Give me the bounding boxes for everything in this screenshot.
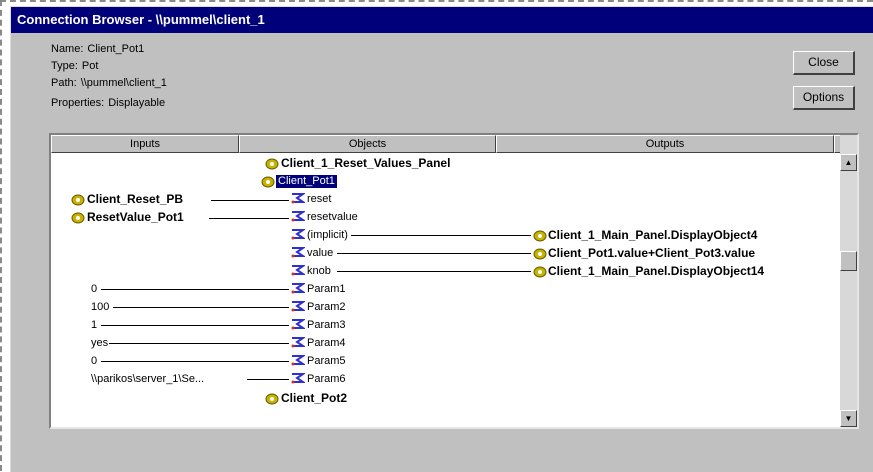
object-bottom-label[interactable]: Client_Pot2	[281, 392, 347, 405]
info-name: Name: Client_Pot1	[51, 43, 144, 55]
connection-line	[101, 289, 289, 290]
column-header-objects[interactable]: Objects	[239, 135, 496, 153]
input-param5-value[interactable]: 0	[91, 355, 97, 368]
connection-line	[337, 271, 531, 272]
input-param2-value[interactable]: 100	[91, 301, 109, 314]
prop-param3[interactable]: Param3	[307, 319, 346, 332]
property-pin-icon	[291, 193, 305, 204]
input-param6-value[interactable]: \\parikos\server_1\Se...	[91, 373, 204, 386]
path-value: \\pummel\client_1	[80, 77, 167, 89]
column-header-outputs[interactable]: Outputs	[496, 135, 834, 153]
object-icon	[533, 230, 547, 242]
close-button[interactable]: Close	[793, 51, 855, 75]
property-pin-icon	[291, 301, 305, 312]
output-3[interactable]: Client_1_Main_Panel.DisplayObject14	[548, 265, 764, 278]
prop-param4[interactable]: Param4	[307, 337, 346, 350]
prop-resetvalue[interactable]: resetvalue	[307, 211, 358, 224]
property-pin-icon	[291, 229, 305, 240]
info-path: Path: \\pummel\client_1	[51, 77, 167, 89]
title-bar[interactable]: Connection Browser - \\pummel\client_1	[11, 7, 873, 33]
scroll-thumb[interactable]	[840, 251, 857, 271]
connection-line	[109, 343, 289, 344]
property-pin-icon	[291, 373, 305, 384]
output-2[interactable]: Client_Pot1.value+Client_Pot3.value	[548, 247, 755, 260]
input-resetvalue-pot[interactable]: ResetValue_Pot1	[87, 211, 184, 224]
connection-line	[101, 361, 289, 362]
property-pin-icon	[291, 247, 305, 258]
connection-grid[interactable]: Inputs Objects Outputs Client_1_Reset_Va…	[49, 133, 859, 429]
type-label: Type:	[51, 60, 78, 72]
connection-line	[209, 218, 289, 219]
object-icon	[265, 393, 279, 405]
prop-knob[interactable]: knob	[307, 265, 331, 278]
info-type: Type: Pot	[51, 60, 98, 72]
name-label: Name:	[51, 43, 84, 55]
column-header-inputs[interactable]: Inputs	[51, 135, 239, 153]
prop-param1[interactable]: Param1	[307, 283, 346, 296]
object-icon	[71, 194, 85, 206]
connection-line	[337, 253, 531, 254]
input-param1-value[interactable]: 0	[91, 283, 97, 296]
input-param3-value[interactable]: 1	[91, 319, 97, 332]
window-title: Connection Browser - \\pummel\client_1	[17, 12, 265, 27]
scroll-down-button[interactable]: ▼	[840, 410, 857, 427]
object-icon	[71, 212, 85, 224]
object-icon	[533, 266, 547, 278]
property-pin-icon	[291, 283, 305, 294]
connection-line	[247, 379, 289, 380]
connection-line	[351, 235, 531, 236]
vertical-scrollbar[interactable]: ▲ ▼	[840, 135, 857, 427]
prop-value[interactable]: value	[307, 247, 333, 260]
object-icon	[533, 248, 547, 260]
connection-line	[101, 325, 289, 326]
prop-implicit[interactable]: (implicit)	[307, 229, 348, 242]
connection-line	[211, 200, 289, 201]
input-param4-value[interactable]: yes	[91, 337, 108, 350]
property-pin-icon	[291, 319, 305, 330]
output-1[interactable]: Client_1_Main_Panel.DisplayObject4	[548, 229, 757, 242]
object-icon	[265, 158, 279, 170]
object-top-label[interactable]: Client_1_Reset_Values_Panel	[281, 157, 450, 170]
scroll-up-button[interactable]: ▲	[840, 154, 857, 171]
object-selected-label[interactable]: Client_Pot1	[276, 175, 337, 188]
property-pin-icon	[291, 337, 305, 348]
properties-value: Displayable	[108, 97, 166, 109]
property-pin-icon	[291, 211, 305, 222]
prop-param2[interactable]: Param2	[307, 301, 346, 314]
property-pin-icon	[291, 265, 305, 276]
path-label: Path:	[51, 77, 77, 89]
property-pin-icon	[291, 355, 305, 366]
name-value: Client_Pot1	[87, 43, 145, 55]
prop-reset[interactable]: reset	[307, 193, 331, 206]
object-icon	[261, 176, 275, 188]
connection-browser-window: Connection Browser - \\pummel\client_1 N…	[10, 6, 873, 472]
connection-line	[113, 307, 289, 308]
type-value: Pot	[81, 60, 99, 72]
input-reset-pb[interactable]: Client_Reset_PB	[87, 193, 183, 206]
screenshot-left-border	[0, 0, 6, 471]
properties-label: Properties:	[51, 97, 105, 109]
prop-param5[interactable]: Param5	[307, 355, 346, 368]
prop-param6[interactable]: Param6	[307, 373, 346, 386]
options-button[interactable]: Options	[793, 86, 855, 110]
info-properties: Properties: Displayable	[51, 97, 165, 109]
